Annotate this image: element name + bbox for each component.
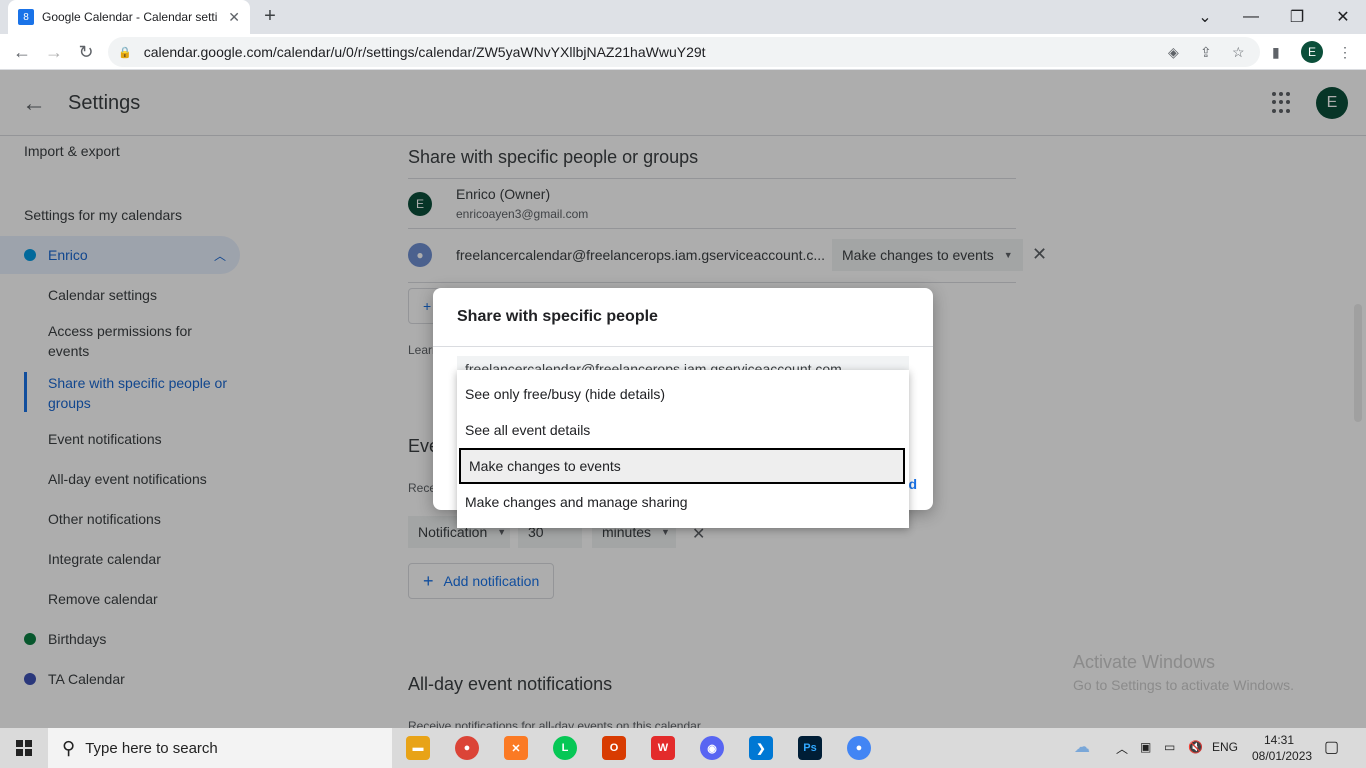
new-tab-button[interactable]: + xyxy=(258,4,282,28)
onedrive-cloud-icon[interactable]: ☁ xyxy=(1074,737,1090,757)
tab-title: Google Calendar - Calendar setti xyxy=(42,10,218,24)
taskbar-clock[interactable]: 14:31 08/01/2023 xyxy=(1252,732,1313,764)
lock-icon: 🔒 xyxy=(118,46,132,59)
line-icon[interactable]: L xyxy=(553,736,577,760)
calendar-favicon-icon: 8 xyxy=(18,9,34,25)
discord-icon[interactable]: ◉ xyxy=(700,736,724,760)
start-button[interactable] xyxy=(0,728,48,768)
page-scrollbar[interactable] xyxy=(1354,304,1362,422)
windows-logo-icon xyxy=(16,740,32,756)
cast-icon[interactable]: ◈ xyxy=(1168,44,1179,61)
activate-windows-sub: Go to Settings to activate Windows. xyxy=(1073,677,1294,693)
permission-dropdown-menu: See only free/busy (hide details) See al… xyxy=(457,370,909,528)
clock-date: 08/01/2023 xyxy=(1252,749,1313,763)
tray-chevron-icon[interactable]: ︿ xyxy=(1116,740,1128,757)
address-bar[interactable]: 🔒 calendar.google.com/calendar/u/0/r/set… xyxy=(108,37,1260,67)
menu-item-manage-sharing[interactable]: Make changes and manage sharing xyxy=(457,484,909,520)
close-window-button[interactable]: ✕ xyxy=(1320,0,1366,34)
file-explorer-icon[interactable]: ▬ xyxy=(406,736,430,760)
vscode-icon[interactable]: ❯ xyxy=(749,736,773,760)
activate-windows-title: Activate Windows xyxy=(1073,652,1216,672)
browser-toolbar: ← → ↻ 🔒 calendar.google.com/calendar/u/0… xyxy=(0,34,1366,70)
bookmark-star-icon[interactable]: ☆ xyxy=(1232,44,1245,61)
browser-tab-bar: 8 Google Calendar - Calendar setti ✕ + ⌄… xyxy=(0,0,1366,34)
menu-item-free-busy[interactable]: See only free/busy (hide details) xyxy=(457,376,909,412)
send-button[interactable]: d xyxy=(908,476,917,492)
clock-time: 14:31 xyxy=(1263,733,1295,747)
search-placeholder: Type here to search xyxy=(85,739,218,757)
dialog-divider xyxy=(433,346,933,347)
chrome-icon[interactable]: ● xyxy=(455,736,479,760)
office-icon[interactable]: O xyxy=(602,736,626,760)
browser-tab[interactable]: 8 Google Calendar - Calendar setti ✕ xyxy=(8,0,250,34)
photoshop-icon[interactable]: Ps xyxy=(798,736,822,760)
chrome-alt-icon[interactable]: ● xyxy=(847,736,871,760)
restore-button[interactable]: ❐ xyxy=(1274,0,1320,34)
language-indicator[interactable]: ENG xyxy=(1212,740,1238,754)
share-icon[interactable]: ⇪ xyxy=(1200,44,1212,61)
windows-taskbar: ⚲ Type here to search ▬ ● ✕ L O W ◉ ❯ Ps… xyxy=(0,728,1366,768)
back-icon[interactable]: ← xyxy=(8,38,36,66)
tab-search-chevron-icon[interactable]: ⌄ xyxy=(1182,0,1228,34)
menu-item-all-details[interactable]: See all event details xyxy=(457,412,909,448)
tab-close-icon[interactable]: ✕ xyxy=(228,9,240,26)
taskbar-search[interactable]: ⚲ Type here to search xyxy=(48,728,392,768)
search-icon: ⚲ xyxy=(62,737,76,758)
minimize-button[interactable]: — xyxy=(1228,0,1274,34)
wps-icon[interactable]: W xyxy=(651,736,675,760)
side-panel-icon[interactable]: ▮ xyxy=(1272,44,1280,61)
dialog-title: Share with specific people xyxy=(457,308,658,325)
xampp-icon[interactable]: ✕ xyxy=(504,736,528,760)
volume-muted-icon[interactable]: 🔇 xyxy=(1188,740,1203,754)
more-menu-icon[interactable]: ⋮ xyxy=(1338,44,1352,61)
menu-item-make-changes[interactable]: Make changes to events xyxy=(459,448,905,484)
browser-profile-avatar[interactable]: E xyxy=(1301,41,1323,63)
url-text: calendar.google.com/calendar/u/0/r/setti… xyxy=(143,44,706,60)
reload-icon[interactable]: ↻ xyxy=(72,38,100,66)
notifications-icon[interactable]: ▢ xyxy=(1324,737,1339,757)
battery-icon[interactable]: ▭ xyxy=(1164,740,1175,754)
meet-icon[interactable]: ▣ xyxy=(1140,740,1151,754)
forward-icon[interactable]: → xyxy=(40,38,68,66)
